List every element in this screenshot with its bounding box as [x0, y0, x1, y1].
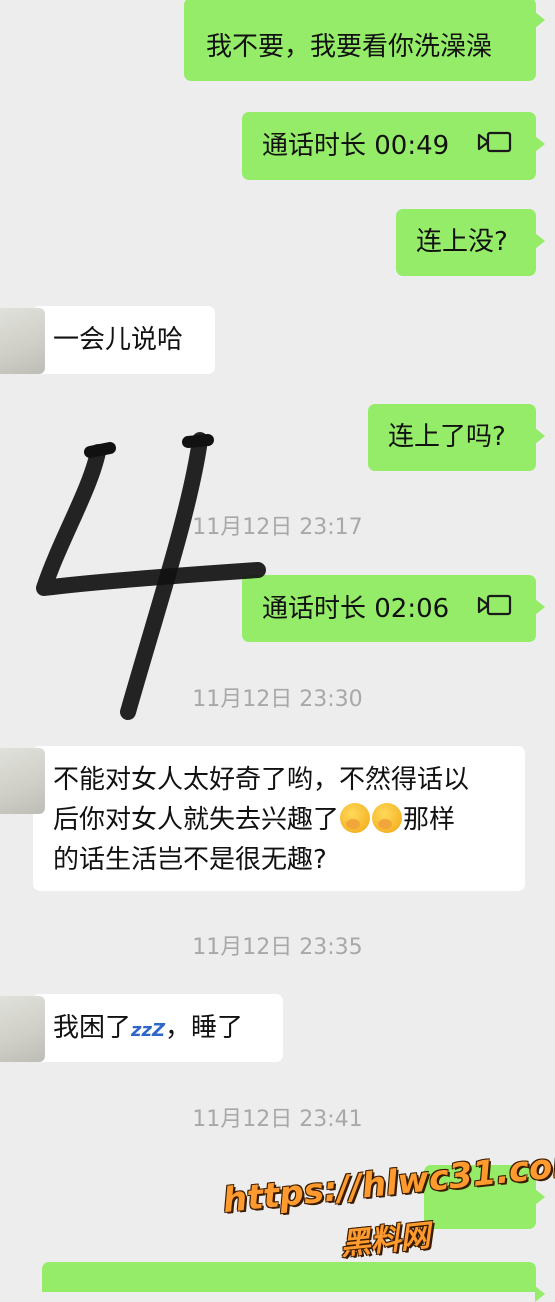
- call-duration-text: 通话时长 00:49: [262, 131, 450, 161]
- message-line: 的话生活岂不是很无趣?: [53, 845, 327, 875]
- incoming-message-bubble[interactable]: 一会儿说哈: [0, 306, 215, 374]
- message-text: 我不要，我要看你洗澡澡: [206, 32, 493, 62]
- avatar[interactable]: [0, 996, 45, 1062]
- message-line: 不能对女人太好奇了哟，不然得话以: [53, 765, 470, 795]
- watermark-site-name: 黑料网: [338, 1218, 432, 1263]
- message-timestamp: 11月12日 23:30: [192, 687, 363, 712]
- video-call-icon: [477, 126, 513, 164]
- outgoing-message-bubble[interactable]: 连上没?: [396, 209, 545, 276]
- incoming-message-bubble[interactable]: 我困了zzZ，睡了: [0, 994, 283, 1062]
- message-text: ，睡了: [165, 1013, 244, 1043]
- message-text: 那样: [403, 805, 456, 835]
- message-timestamp: 11月12日 23:41: [192, 1107, 363, 1132]
- outgoing-message-bubble[interactable]: 连上了吗?: [368, 404, 545, 471]
- hand-over-mouth-emoji: [372, 803, 403, 833]
- message-timestamp: 11月12日 23:35: [192, 935, 363, 960]
- message-text: 一会儿说哈: [53, 325, 184, 355]
- message-line: 后你对女人就失去兴趣了 那样: [53, 800, 525, 840]
- message-text: 连上了吗?: [388, 422, 506, 452]
- call-duration-bubble[interactable]: 通话时长 00:49: [242, 112, 545, 180]
- message-text: 我困了: [53, 1013, 132, 1043]
- avatar[interactable]: [0, 748, 45, 814]
- outgoing-message-bubble[interactable]: 我不要，我要看你洗澡澡: [184, 0, 545, 81]
- message-text: 连上没?: [416, 227, 508, 257]
- call-duration-text: 通话时长 02:06: [262, 594, 450, 624]
- hand-over-mouth-emoji: [340, 803, 371, 833]
- outgoing-message-bubble[interactable]: [42, 1262, 545, 1302]
- video-call-icon: [477, 589, 513, 627]
- message-text: 后你对女人就失去兴趣了: [53, 805, 340, 835]
- message-timestamp: 11月12日 23:17: [192, 515, 363, 540]
- call-duration-bubble[interactable]: 通话时长 02:06: [242, 575, 545, 642]
- incoming-message-bubble[interactable]: 不能对女人太好奇了哟，不然得话以 后你对女人就失去兴趣了 那样 的话生活岂不是很无…: [0, 746, 525, 891]
- sleeping-zzz-emoji: zzZ: [131, 1020, 166, 1041]
- avatar[interactable]: [0, 308, 45, 374]
